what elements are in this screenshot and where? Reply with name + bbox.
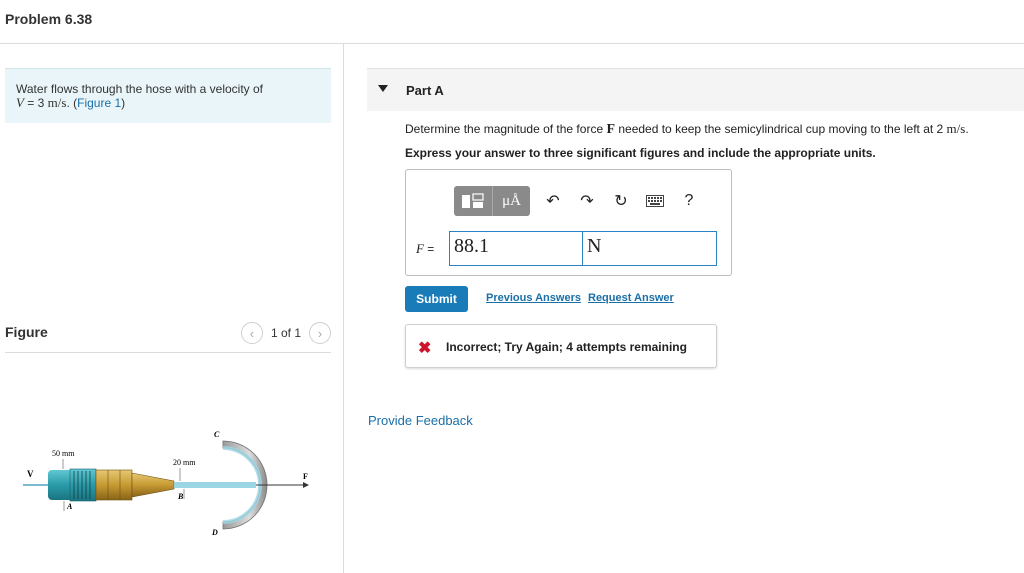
help-label: ?: [684, 192, 694, 209]
problem-intro: Water flows through the hose with a velo…: [5, 68, 331, 123]
toolbar-button-group: μÅ: [454, 186, 530, 216]
previous-answers-link[interactable]: Previous Answers: [486, 292, 581, 304]
intro-punct: . (: [66, 96, 78, 110]
math-toolbar: μÅ ↶ ↷ ↻ ?: [454, 186, 706, 216]
answer-variable: F: [416, 241, 424, 256]
figure-header: Figure ‹ 1 of 1 ›: [5, 318, 331, 353]
label-20mm: 20 mm: [173, 458, 196, 467]
velocity-unit: m/s: [47, 95, 67, 110]
figure-pager: ‹ 1 of 1 ›: [240, 322, 331, 344]
request-answer-link[interactable]: Request Answer: [588, 292, 674, 304]
answer-label: F =: [416, 241, 434, 257]
chevron-left-icon[interactable]: ‹: [240, 322, 263, 344]
label-a: A: [66, 502, 73, 511]
provide-feedback-link[interactable]: Provide Feedback: [368, 413, 473, 428]
water-jet: [174, 482, 256, 488]
reset-icon[interactable]: ↻: [604, 186, 638, 216]
nozzle-body: [95, 469, 133, 501]
answer-box: μÅ ↶ ↷ ↻ ? F = 88.1 N: [405, 169, 732, 276]
intro-line-1: Water flows through the hose with a velo…: [16, 82, 264, 96]
label-50mm: 50 mm: [52, 449, 75, 458]
label-f: F: [303, 472, 308, 481]
answer-instruction: Express your answer to three significant…: [405, 146, 876, 160]
answer-equals: =: [423, 242, 435, 256]
x-icon: ✖: [418, 340, 432, 357]
question-unit: m/s: [946, 121, 966, 136]
templates-icon[interactable]: [454, 186, 492, 216]
panel-divider: [343, 44, 344, 573]
velocity-equals: = 3: [23, 96, 48, 110]
hose: [48, 470, 73, 500]
submit-button[interactable]: Submit: [405, 286, 468, 312]
problem-header: Problem 6.38: [0, 0, 1024, 44]
keyboard-icon[interactable]: [638, 186, 672, 216]
question-pre: Determine the magnitude of the force: [405, 122, 607, 136]
label-v: V: [27, 469, 34, 479]
nozzle-tip: [131, 472, 175, 498]
figure-link[interactable]: Figure 1: [77, 96, 121, 110]
feedback-message-box: ✖ Incorrect; Try Again; 4 attempts remai…: [405, 324, 717, 368]
part-a-label: Part A: [406, 83, 444, 98]
help-icon[interactable]: ?: [672, 186, 706, 216]
question-end: .: [965, 122, 969, 136]
figure-label: Figure: [5, 324, 48, 340]
pager-text: 1 of 1: [270, 326, 301, 340]
redo-icon[interactable]: ↷: [570, 186, 604, 216]
problem-title: Problem 6.38: [5, 11, 93, 27]
chevron-right-icon[interactable]: ›: [309, 322, 331, 344]
intro-line-2: V = 3 m/s. (Figure 1): [16, 95, 321, 111]
force-variable: F: [606, 122, 616, 137]
units-button[interactable]: μÅ: [492, 186, 530, 216]
units-label: μÅ: [502, 192, 521, 209]
hose-cup-figure: V F 50 mm 20 mm A B C D: [23, 430, 309, 537]
label-b: B: [177, 492, 184, 501]
undo-icon[interactable]: ↶: [536, 186, 570, 216]
part-a-header[interactable]: Part A: [367, 68, 1024, 111]
question-text: Determine the magnitude of the force F n…: [405, 121, 969, 138]
velocity-variable: V: [16, 95, 24, 110]
value-input[interactable]: 88.1: [449, 231, 583, 266]
question-mid: needed to keep the semicylindrical cup m…: [615, 122, 947, 136]
unit-input[interactable]: N: [582, 231, 717, 266]
intro-close: ): [121, 96, 126, 110]
feedback-message: Incorrect; Try Again; 4 attempts remaini…: [446, 340, 687, 354]
label-d: D: [211, 528, 218, 537]
label-c: C: [214, 430, 220, 439]
caret-down-icon[interactable]: [378, 85, 388, 92]
